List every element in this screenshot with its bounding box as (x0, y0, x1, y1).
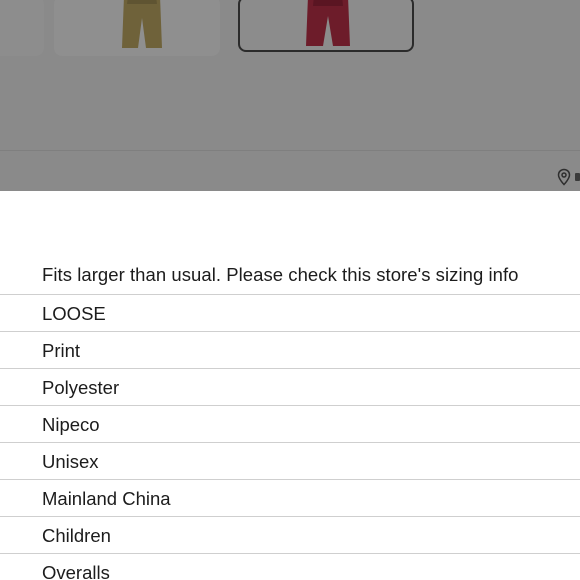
attribute-value: Unisex (42, 451, 99, 472)
attribute-value: Polyester (42, 377, 120, 398)
attribute-row: Print (0, 331, 580, 368)
location-text-truncated (575, 173, 580, 181)
sizing-note: Fits larger than usual. Please check thi… (42, 264, 519, 285)
khaki-pants-image (122, 0, 162, 48)
attribute-row: LOOSE (0, 294, 580, 331)
attribute-row: Children (0, 516, 580, 553)
map-pin-icon[interactable] (555, 168, 573, 186)
attribute-list: LOOSE Print Polyester Nipeco Unisex Main… (0, 294, 580, 580)
attribute-value: Overalls (42, 562, 110, 580)
red-pants-image (306, 0, 350, 46)
divider (0, 150, 580, 151)
product-page: Fits larger than usual. Please check thi… (0, 0, 580, 580)
attribute-row: Unisex (0, 442, 580, 479)
attribute-value: Mainland China (42, 488, 171, 509)
attribute-row: Overalls (0, 553, 580, 580)
attribute-value: LOOSE (42, 303, 106, 324)
attribute-value: Nipeco (42, 414, 100, 435)
attribute-row: Polyester (0, 368, 580, 405)
thumbnail-partial[interactable] (0, 0, 44, 56)
attribute-row: Mainland China (0, 479, 580, 516)
attribute-value: Print (42, 340, 81, 361)
attribute-row: Nipeco (0, 405, 580, 442)
dimmed-overlay[interactable] (0, 0, 580, 191)
attribute-value: Children (42, 525, 111, 546)
attributes-sheet: Fits larger than usual. Please check thi… (0, 191, 580, 580)
